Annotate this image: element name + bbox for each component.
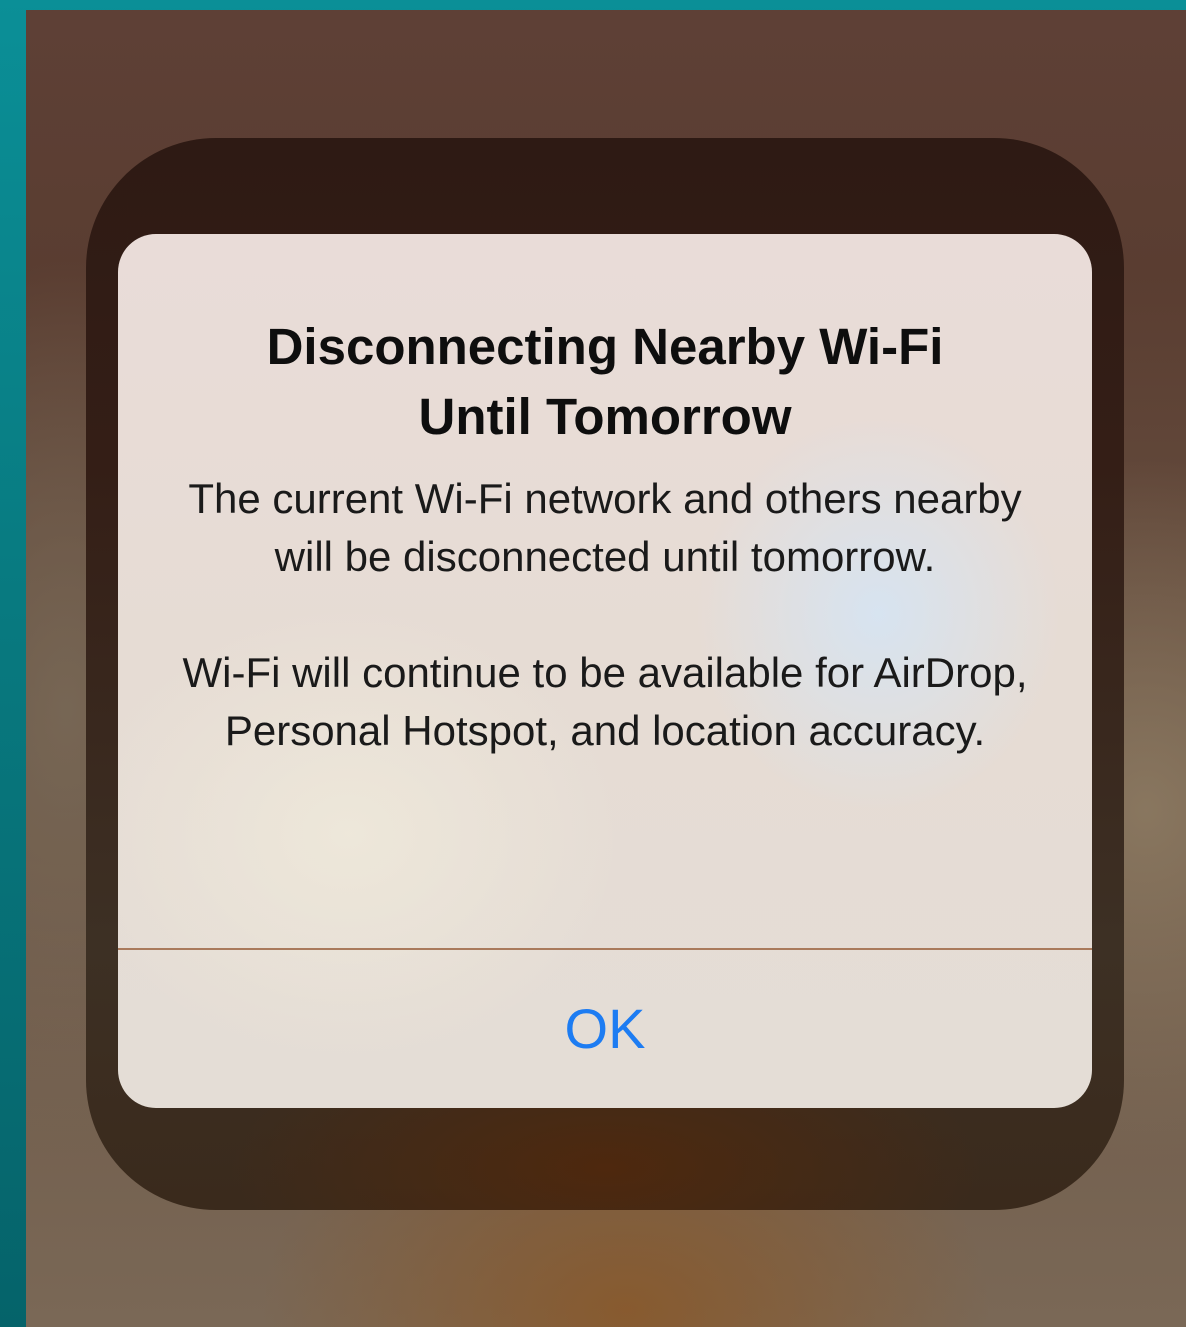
alert-title-line2: Until Tomorrow xyxy=(418,388,792,445)
wifi-alert-dialog: Disconnecting Nearby Wi-Fi Until Tomorro… xyxy=(118,234,1092,1108)
alert-message-paragraph2: Wi-Fi will continue to be available for … xyxy=(182,649,1028,754)
alert-message-paragraph1: The current Wi-Fi network and others nea… xyxy=(188,475,1022,580)
alert-content: Disconnecting Nearby Wi-Fi Until Tomorro… xyxy=(118,234,1092,948)
ok-button[interactable]: OK xyxy=(118,950,1092,1108)
blurred-background: Disconnecting Nearby Wi-Fi Until Tomorro… xyxy=(26,10,1186,1327)
alert-message: The current Wi-Fi network and others nea… xyxy=(155,470,1055,760)
alert-title-line1: Disconnecting Nearby Wi-Fi xyxy=(266,318,944,375)
alert-title: Disconnecting Nearby Wi-Fi Until Tomorro… xyxy=(155,312,1055,452)
